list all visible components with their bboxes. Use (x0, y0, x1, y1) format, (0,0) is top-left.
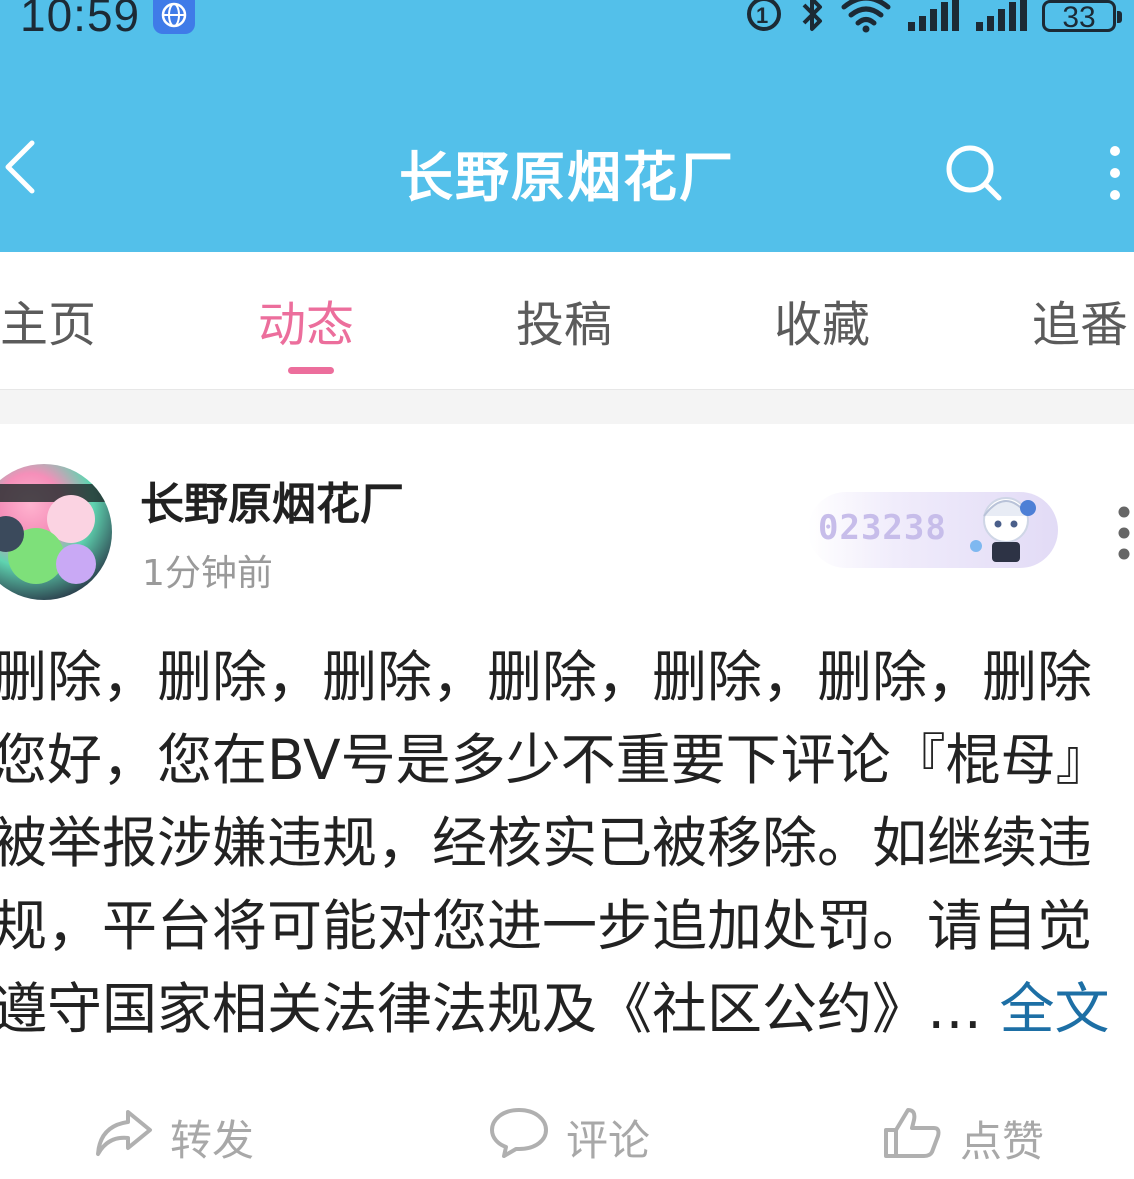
post-content[interactable]: 删除，删除，删除，删除，删除，删除，删除 您好，您在BV号是多少不重要下评论『棍… (0, 636, 1134, 1051)
comment-label: 评论 (566, 1115, 651, 1165)
post-more-icon[interactable] (1110, 504, 1134, 564)
fan-badge-number: 023238 (818, 508, 947, 548)
like-label: 点赞 (960, 1116, 1045, 1166)
post-text-line: 遵守国家相关法律法规及《社区公约》… (0, 977, 983, 1041)
app-header: 10:59 1 33 长野原烟花厂 (0, 0, 1134, 252)
tab-home[interactable]: 主页 (0, 285, 96, 355)
tab-dynamics[interactable]: 动态 (258, 285, 354, 355)
like-button[interactable]: 点赞 (882, 1106, 1044, 1170)
bluetooth-icon (800, 0, 826, 37)
more-vertical-icon[interactable] (1100, 143, 1134, 203)
profile-tabs: 主页 动态 投稿 收藏 追番 (0, 255, 1134, 390)
tab-submissions[interactable]: 投稿 (516, 285, 612, 355)
thumbs-up-icon (882, 1106, 944, 1170)
tab-following-anime[interactable]: 追番 (1032, 285, 1128, 355)
post-text-line-last: 遵守国家相关法律法规及《社区公约》… 全文 (0, 968, 1134, 1051)
search-icon[interactable] (942, 141, 1006, 205)
status-icons: 1 33 (744, 0, 1122, 38)
active-tab-indicator (288, 367, 334, 374)
wifi-icon (840, 0, 892, 37)
post-text-line: 被举报涉嫌违规，经核实已被移除。如继续违 (0, 811, 1093, 875)
post-text-line: 规，平台将可能对您进一步追加处罚。请自觉 (0, 894, 1093, 958)
svg-text:1: 1 (756, 3, 768, 28)
post-text-line: 您好，您在BV号是多少不重要下评论『棍母』 (0, 728, 1111, 792)
author-name[interactable]: 长野原烟花厂 (140, 468, 404, 532)
post-timestamp: 1分钟前 (142, 553, 273, 594)
post-text-line: 删除，删除，删除，删除，删除，删除，删除 (0, 645, 1093, 709)
full-text-link[interactable]: 全文 (1000, 977, 1110, 1041)
section-divider (0, 390, 1134, 424)
cellular-signal-icon (906, 0, 960, 36)
cellular-signal-icon (974, 0, 1028, 36)
comment-icon (488, 1106, 550, 1168)
share-button[interactable]: 转发 (94, 1106, 254, 1168)
comment-button[interactable]: 评论 (488, 1106, 650, 1168)
tab-favorites[interactable]: 收藏 (774, 285, 870, 355)
nav-bar: 长野原烟花厂 (0, 115, 1134, 215)
avatar[interactable] (0, 464, 112, 600)
anime-character-icon (958, 486, 1054, 570)
battery-icon: 33 (1042, 0, 1122, 33)
post-card: 长野原烟花厂 1分钟前 023238 删除，删除，删除，删除，删除，删除，删除 … (0, 424, 1134, 1179)
sim-card-icon: 1 (744, 0, 786, 36)
status-time: 10:59 (20, 0, 141, 41)
status-bar: 10:59 1 33 (0, 0, 1134, 50)
fan-badge[interactable]: 023238 (808, 492, 1058, 568)
post-actions: 转发 评论 点赞 (0, 1096, 1134, 1176)
share-label: 转发 (170, 1115, 255, 1165)
globe-icon (153, 0, 195, 34)
share-icon (94, 1106, 154, 1168)
